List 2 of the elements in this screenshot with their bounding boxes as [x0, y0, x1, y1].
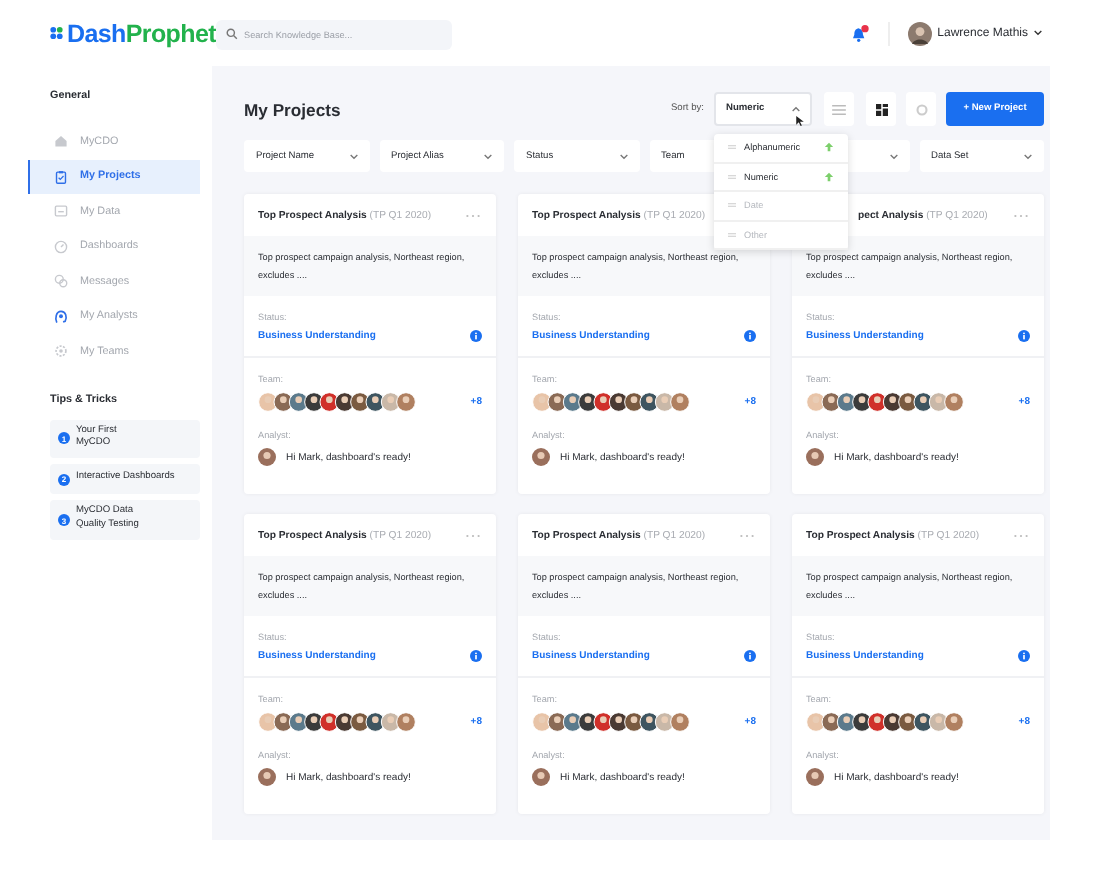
page-title: My Projects — [244, 99, 341, 119]
logo-text: DashProphet — [67, 19, 216, 47]
